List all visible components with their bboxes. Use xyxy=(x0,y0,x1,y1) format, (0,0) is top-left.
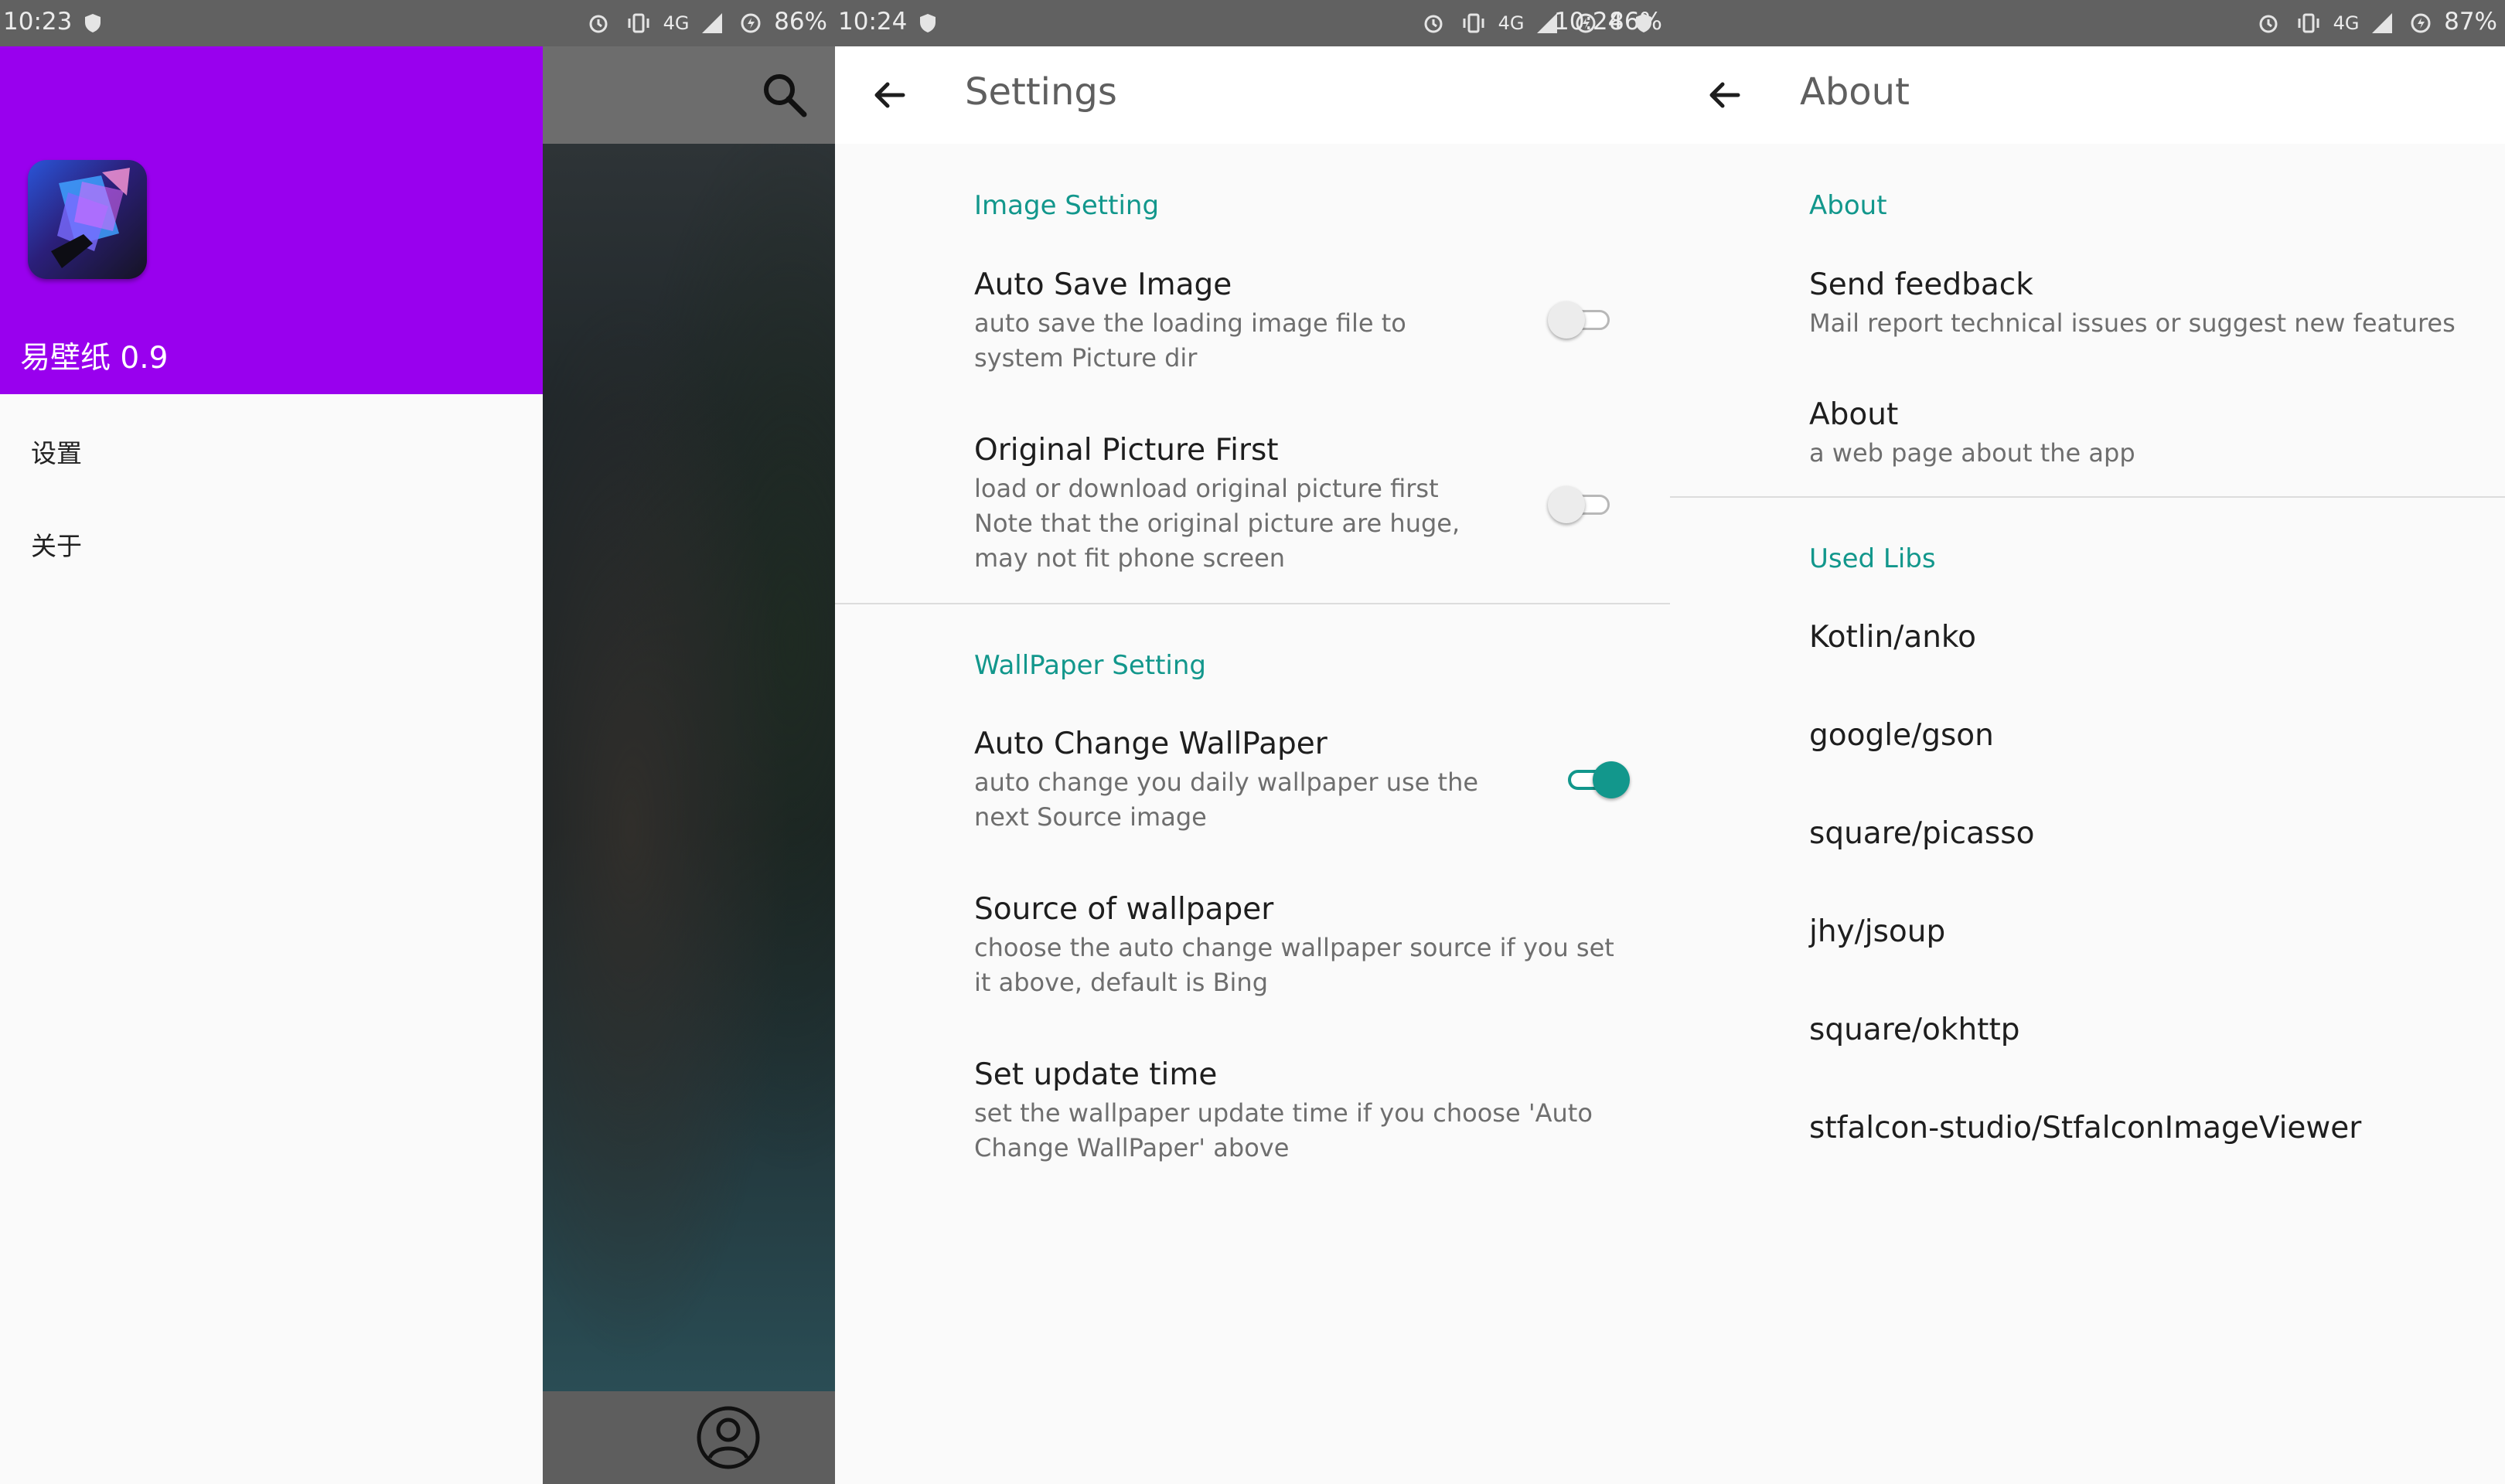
pref-summary-line: next Source image xyxy=(974,802,1207,832)
pref-summary: auto save the loading image file to syst… xyxy=(974,306,1406,376)
original-picture-switch[interactable] xyxy=(1548,485,1617,523)
pref-summary: a web page about the app xyxy=(1809,438,2135,468)
pref-auto-change-wallpaper[interactable]: Auto Change WallPaper auto change you da… xyxy=(974,727,1655,842)
section-divider xyxy=(835,603,1670,604)
section-title-used-libs: Used Libs xyxy=(1809,543,1936,574)
lib-item[interactable]: Kotlin/anko xyxy=(1809,620,1976,655)
drawer-item-about[interactable]: 关于 xyxy=(0,502,543,586)
lib-item[interactable]: square/okhttp xyxy=(1809,1013,2020,1047)
vibrate-icon xyxy=(1463,13,1484,32)
pref-title: Auto Change WallPaper xyxy=(974,727,1327,761)
shield-icon xyxy=(1636,13,1652,32)
pref-summary-line: it above, default is Bing xyxy=(974,968,1269,997)
status-bar: 4G 87% xyxy=(1670,0,2505,46)
battery-saver-icon xyxy=(2411,13,2431,32)
battery-saver-icon xyxy=(741,13,761,32)
navigation-drawer: 易壁纸 0.9 设置 关于 xyxy=(0,46,543,1484)
lib-item[interactable]: google/gson xyxy=(1809,718,1994,753)
pref-summary: choose the auto change wallpaper source … xyxy=(974,931,1614,1000)
status-bar: 10:24 4G 86% xyxy=(835,0,1670,46)
status-bar: 10:23 4G 86% xyxy=(0,0,835,46)
lib-item[interactable]: jhy/jsoup xyxy=(1809,914,1945,949)
switch-thumb xyxy=(1593,761,1630,798)
network-type-icon: 4G xyxy=(1498,12,1525,34)
pref-title: Auto Save Image xyxy=(974,267,1232,302)
back-arrow-icon[interactable] xyxy=(1698,68,1752,122)
drawer-item-label: 关于 xyxy=(31,531,82,561)
pref-set-update-time[interactable]: Set update time set the wallpaper update… xyxy=(974,1057,1655,1173)
drawer-item-settings[interactable]: 设置 xyxy=(0,410,543,493)
status-time: 10:24 xyxy=(1554,8,1657,36)
pref-summary: load or download original picture first … xyxy=(974,471,1460,576)
wallpaper-shading xyxy=(543,144,835,1391)
section-title-wallpaper: WallPaper Setting xyxy=(974,650,1207,681)
pref-send-feedback[interactable]: Send feedback Mail report technical issu… xyxy=(1809,267,2490,352)
pref-summary: auto change you daily wallpaper use the … xyxy=(974,765,1478,835)
pref-summary-line: load or download original picture first xyxy=(974,474,1439,503)
drawer-screen: 10:23 4G 86% 易壁纸 0.9 设置 关于 xyxy=(0,0,835,1484)
status-time-text: 10:24 xyxy=(1554,8,1624,36)
page-title: About xyxy=(1800,70,1910,114)
pref-title: Send feedback xyxy=(1809,267,2033,302)
auto-change-switch[interactable] xyxy=(1562,760,1631,798)
battery-level: 87% xyxy=(2444,8,2497,36)
page-title: Settings xyxy=(965,70,1117,114)
battery-level: 86% xyxy=(774,8,827,36)
home-bottom-bar xyxy=(543,1391,835,1484)
pref-title: Source of wallpaper xyxy=(974,892,1274,927)
pref-title: Set update time xyxy=(974,1057,1218,1092)
pref-summary-line: choose the auto change wallpaper source … xyxy=(974,933,1614,962)
search-icon[interactable] xyxy=(758,68,812,122)
vibrate-icon xyxy=(628,13,649,32)
wallpaper-app-icon xyxy=(51,168,130,268)
signal-icon xyxy=(702,12,723,33)
status-time: 10:24 xyxy=(838,8,908,36)
status-time: 10:23 xyxy=(3,8,73,36)
shield-icon xyxy=(85,13,101,32)
pref-title: Original Picture First xyxy=(974,433,1279,468)
network-type-icon: 4G xyxy=(2333,12,2360,34)
settings-screen: 10:24 4G 86% Settings Image Setting Auto… xyxy=(835,0,1670,1484)
app-bar: About xyxy=(1670,46,2505,144)
pref-summary: set the wallpaper update time if you cho… xyxy=(974,1096,1593,1166)
app-logo xyxy=(28,160,147,279)
alarm-icon xyxy=(589,15,608,32)
back-arrow-icon[interactable] xyxy=(863,68,917,122)
drawer-header: 易壁纸 0.9 xyxy=(0,46,543,394)
vibrate-icon xyxy=(2298,13,2319,32)
pref-summary-line: system Picture dir xyxy=(974,343,1198,373)
pref-summary: Mail report technical issues or suggest … xyxy=(1809,308,2456,338)
pref-summary-line: may not fit phone screen xyxy=(974,543,1286,573)
pref-summary-line: auto change you daily wallpaper use the xyxy=(974,768,1479,797)
auto-save-switch[interactable] xyxy=(1548,300,1617,339)
app-name: 易壁纸 0.9 xyxy=(20,341,169,376)
pref-about-app[interactable]: About a web page about the app xyxy=(1809,397,2490,482)
switch-thumb xyxy=(1548,486,1585,523)
pref-summary-line: Change WallPaper' above xyxy=(974,1133,1290,1162)
about-screen: 4G 87% About About Send feedback Mail re… xyxy=(1670,0,2505,1484)
pref-source-of-wallpaper[interactable]: Source of wallpaper choose the auto chan… xyxy=(974,892,1655,1008)
section-title-about: About xyxy=(1809,190,1887,221)
app-bar: Settings xyxy=(835,46,1670,144)
alarm-icon xyxy=(2259,15,2278,32)
network-type-icon: 4G xyxy=(663,12,690,34)
alarm-icon xyxy=(1424,15,1443,32)
lib-item[interactable]: stfalcon-studio/StfalconImageViewer xyxy=(1809,1111,2361,1145)
section-divider xyxy=(1670,496,2505,498)
shield-icon xyxy=(920,13,936,32)
section-title-image: Image Setting xyxy=(974,190,1160,221)
switch-thumb xyxy=(1548,301,1585,339)
pref-summary-line: set the wallpaper update time if you cho… xyxy=(974,1098,1593,1128)
account-icon[interactable] xyxy=(696,1405,761,1470)
signal-icon xyxy=(2372,12,2393,33)
drawer-item-label: 设置 xyxy=(31,438,82,468)
pref-summary-line: auto save the loading image file to xyxy=(974,308,1406,338)
pref-title: About xyxy=(1809,397,1899,432)
lib-item[interactable]: square/picasso xyxy=(1809,816,2034,851)
pref-summary-line: Note that the original picture are huge, xyxy=(974,509,1460,538)
